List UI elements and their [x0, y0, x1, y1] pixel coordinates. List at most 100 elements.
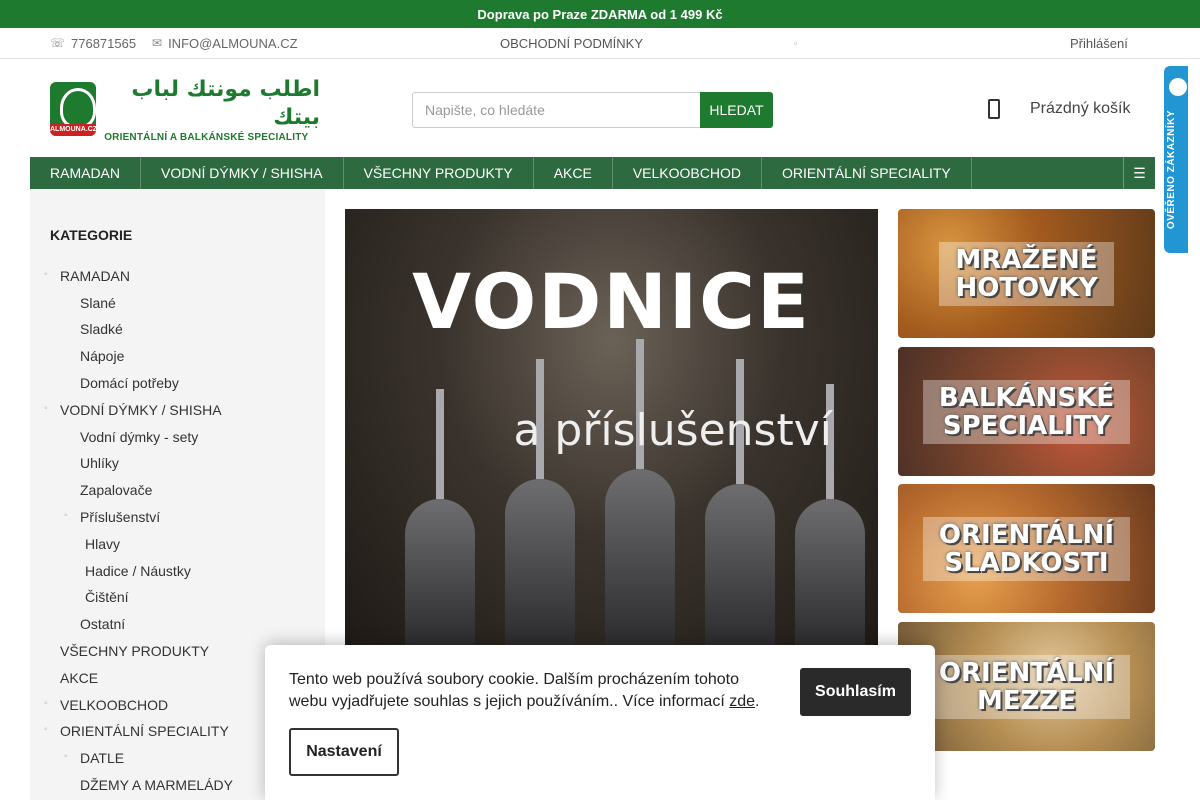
category-label[interactable]: VODNÍ DÝMKY / SHISHA: [60, 402, 222, 418]
sidebar-category-hoses[interactable]: Hadice / Náustky: [85, 563, 191, 579]
bullet-icon: ◦: [44, 698, 48, 709]
hookah-illustration: [505, 479, 575, 649]
hero-title: VODNICE: [412, 257, 811, 346]
accept-cookies-button[interactable]: Souhlasím: [800, 668, 911, 716]
free-shipping-text: Doprava po Praze ZDARMA od 1 499 Kč: [477, 6, 723, 22]
promo-tile-label: MRAŽENÉ HOTOVKY: [939, 241, 1114, 306]
sidebar-category-dates[interactable]: ◦ DATLE: [64, 750, 124, 766]
cookie-consent-banner: Tento web používá soubory cookie. Dalším…: [265, 645, 935, 800]
sidebar-category-napoje[interactable]: Nápoje: [80, 348, 124, 364]
site-header: ALMOUNA.CZ اطلب مونتك لباب بيتك ORIENTÁL…: [0, 59, 1200, 157]
sidebar-category-accessories[interactable]: ◦ Příslušenství: [64, 509, 160, 525]
category-label[interactable]: Domácí potřeby: [80, 375, 179, 391]
cookie-settings-button[interactable]: Nastavení: [289, 728, 399, 776]
verified-by-customers-badge[interactable]: OVĚŘENO ZÁKAZNÍKY: [1164, 66, 1188, 253]
sidebar-category-ramadan[interactable]: ◦ RAMADAN: [44, 268, 130, 284]
bullet-icon: ◦: [44, 403, 48, 414]
cart-widget[interactable]: Prázdný košík: [988, 99, 1130, 119]
phone-number[interactable]: 776871565: [71, 36, 136, 51]
sidebar-category-domaci-potreby[interactable]: Domácí potřeby: [80, 375, 179, 391]
category-label[interactable]: Čištění: [85, 589, 129, 605]
login-link[interactable]: Přihlášení: [1070, 36, 1128, 51]
logo-badge-text: ALMOUNA.CZ: [50, 124, 97, 136]
email-contact[interactable]: ✉ INFO@ALMOUNA.CZ: [152, 36, 298, 51]
promo-tile-label: ORIENTÁLNÍ MEZZE: [922, 654, 1131, 719]
sidebar-category-hookah-sets[interactable]: Vodní dýmky - sety: [80, 429, 198, 445]
category-label[interactable]: Ostatní: [80, 616, 125, 632]
category-label[interactable]: Zapalovače: [80, 482, 152, 498]
nav-item-ramadan[interactable]: RAMADAN: [30, 157, 142, 189]
cookie-more-info-link[interactable]: zde: [729, 693, 755, 710]
category-label[interactable]: Hadice / Náustky: [85, 563, 191, 579]
bullet-icon: ◦: [44, 269, 48, 280]
promo-tile-frozen-meals[interactable]: MRAŽENÉ HOTOVKY: [898, 209, 1155, 338]
sidebar-category-cleaning[interactable]: Čištění: [85, 589, 129, 605]
sidebar-title: KATEGORIE: [50, 227, 133, 243]
cookie-message: Tento web používá soubory cookie. Dalším…: [289, 669, 769, 713]
sidebar-category-shisha[interactable]: ◦ VODNÍ DÝMKY / SHISHA: [44, 402, 222, 418]
sidebar-category-all-products[interactable]: VŠECHNY PRODUKTY: [60, 643, 209, 659]
sidebar-category-slane[interactable]: Slané: [80, 295, 116, 311]
logo-arabic-text: اطلب مونتك لباب بيتك: [131, 76, 320, 130]
hookah-illustration: [605, 469, 675, 649]
verified-seal-icon: [1169, 78, 1187, 96]
nav-item-wholesale[interactable]: VELKOOBCHOD: [613, 157, 762, 189]
sidebar-category-jams[interactable]: DŽEMY A MARMELÁDY: [80, 777, 233, 793]
menu-icon[interactable]: ☰: [1123, 157, 1155, 189]
sidebar-category-wholesale[interactable]: ◦ VELKOOBCHOD: [44, 697, 168, 713]
top-bar: ☏ 776871565 ✉ INFO@ALMOUNA.CZ OBCHODNÍ P…: [0, 28, 1200, 59]
sidebar-category-bowls[interactable]: Hlavy: [85, 536, 120, 552]
sidebar-category-sladke[interactable]: Sladké: [80, 321, 123, 337]
category-label[interactable]: DŽEMY A MARMELÁDY: [80, 777, 233, 793]
category-label[interactable]: Vodní dýmky - sety: [80, 429, 198, 445]
promo-tile-label: BALKÁNSKÉ SPECIALITY: [922, 379, 1131, 444]
hero-subtitle: a příslušenství: [513, 405, 832, 456]
sidebar-category-sale[interactable]: AKCE: [60, 670, 98, 686]
bullet-icon: ◦: [44, 724, 48, 735]
category-label[interactable]: Uhlíky: [80, 455, 119, 471]
category-label[interactable]: ORIENTÁLNÍ SPECIALITY: [60, 723, 229, 739]
sidebar-category-oriental[interactable]: ◦ ORIENTÁLNÍ SPECIALITY: [44, 723, 229, 739]
search-input[interactable]: [412, 92, 700, 128]
sidebar-category-charcoal[interactable]: Uhlíky: [80, 455, 119, 471]
sidebar-category-other[interactable]: Ostatní: [80, 616, 125, 632]
category-label[interactable]: DATLE: [80, 750, 124, 766]
category-label[interactable]: AKCE: [60, 670, 98, 686]
hookah-stem: [436, 389, 444, 499]
cart-label[interactable]: Prázdný košík: [1030, 100, 1130, 118]
logo-wordmark: اطلب مونتك لباب بيتك ORIENTÁLNÍ A BALKÁN…: [104, 76, 320, 143]
dropdown-toggle-icon[interactable]: ▫: [794, 38, 797, 48]
promo-tile-oriental-mezze[interactable]: ORIENTÁLNÍ MEZZE: [898, 622, 1155, 751]
search-button[interactable]: HLEDAT: [700, 92, 773, 128]
phone-icon: ☏: [50, 36, 66, 50]
bullet-icon: ◦: [64, 751, 68, 762]
verified-badge-text: OVĚŘENO ZÁKAZNÍKY: [1166, 110, 1177, 230]
hookah-illustration: [405, 499, 475, 649]
site-logo[interactable]: ALMOUNA.CZ اطلب مونتك لباب بيتك ORIENTÁL…: [50, 77, 320, 143]
promo-tile-balkan-specialities[interactable]: BALKÁNSKÉ SPECIALITY: [898, 347, 1155, 476]
nav-item-shisha[interactable]: VODNÍ DÝMKY / SHISHA: [141, 157, 344, 189]
sidebar-category-lighters[interactable]: Zapalovače: [80, 482, 152, 498]
phone-contact[interactable]: ☏ 776871565: [50, 36, 136, 51]
category-label[interactable]: VELKOOBCHOD: [60, 697, 168, 713]
hookah-illustration: [795, 499, 865, 649]
category-label[interactable]: RAMADAN: [60, 268, 130, 284]
category-label[interactable]: VŠECHNY PRODUKTY: [60, 643, 209, 659]
nav-item-all-products[interactable]: VŠECHNY PRODUKTY: [344, 157, 534, 189]
promo-tile-oriental-sweets[interactable]: ORIENTÁLNÍ SLADKOSTI: [898, 484, 1155, 613]
logo-jug-icon: ALMOUNA.CZ: [50, 82, 97, 136]
hero-banner-hookahs[interactable]: VODNICE a příslušenství: [345, 209, 878, 649]
category-label[interactable]: Hlavy: [85, 536, 120, 552]
category-label[interactable]: Sladké: [80, 321, 123, 337]
email-address[interactable]: INFO@ALMOUNA.CZ: [168, 36, 297, 51]
nav-item-sale[interactable]: AKCE: [534, 157, 613, 189]
category-label[interactable]: Nápoje: [80, 348, 124, 364]
search-form: HLEDAT: [412, 92, 773, 128]
category-label[interactable]: Příslušenství: [80, 509, 160, 525]
category-label[interactable]: Slané: [80, 295, 116, 311]
cookie-message-end: .: [755, 693, 760, 710]
terms-link[interactable]: OBCHODNÍ PODMÍNKY: [500, 36, 643, 51]
nav-item-oriental-specialities[interactable]: ORIENTÁLNÍ SPECIALITY: [762, 157, 972, 189]
free-shipping-banner: Doprava po Praze ZDARMA od 1 499 Kč: [0, 0, 1200, 28]
shopping-bag-icon: [988, 99, 1000, 119]
